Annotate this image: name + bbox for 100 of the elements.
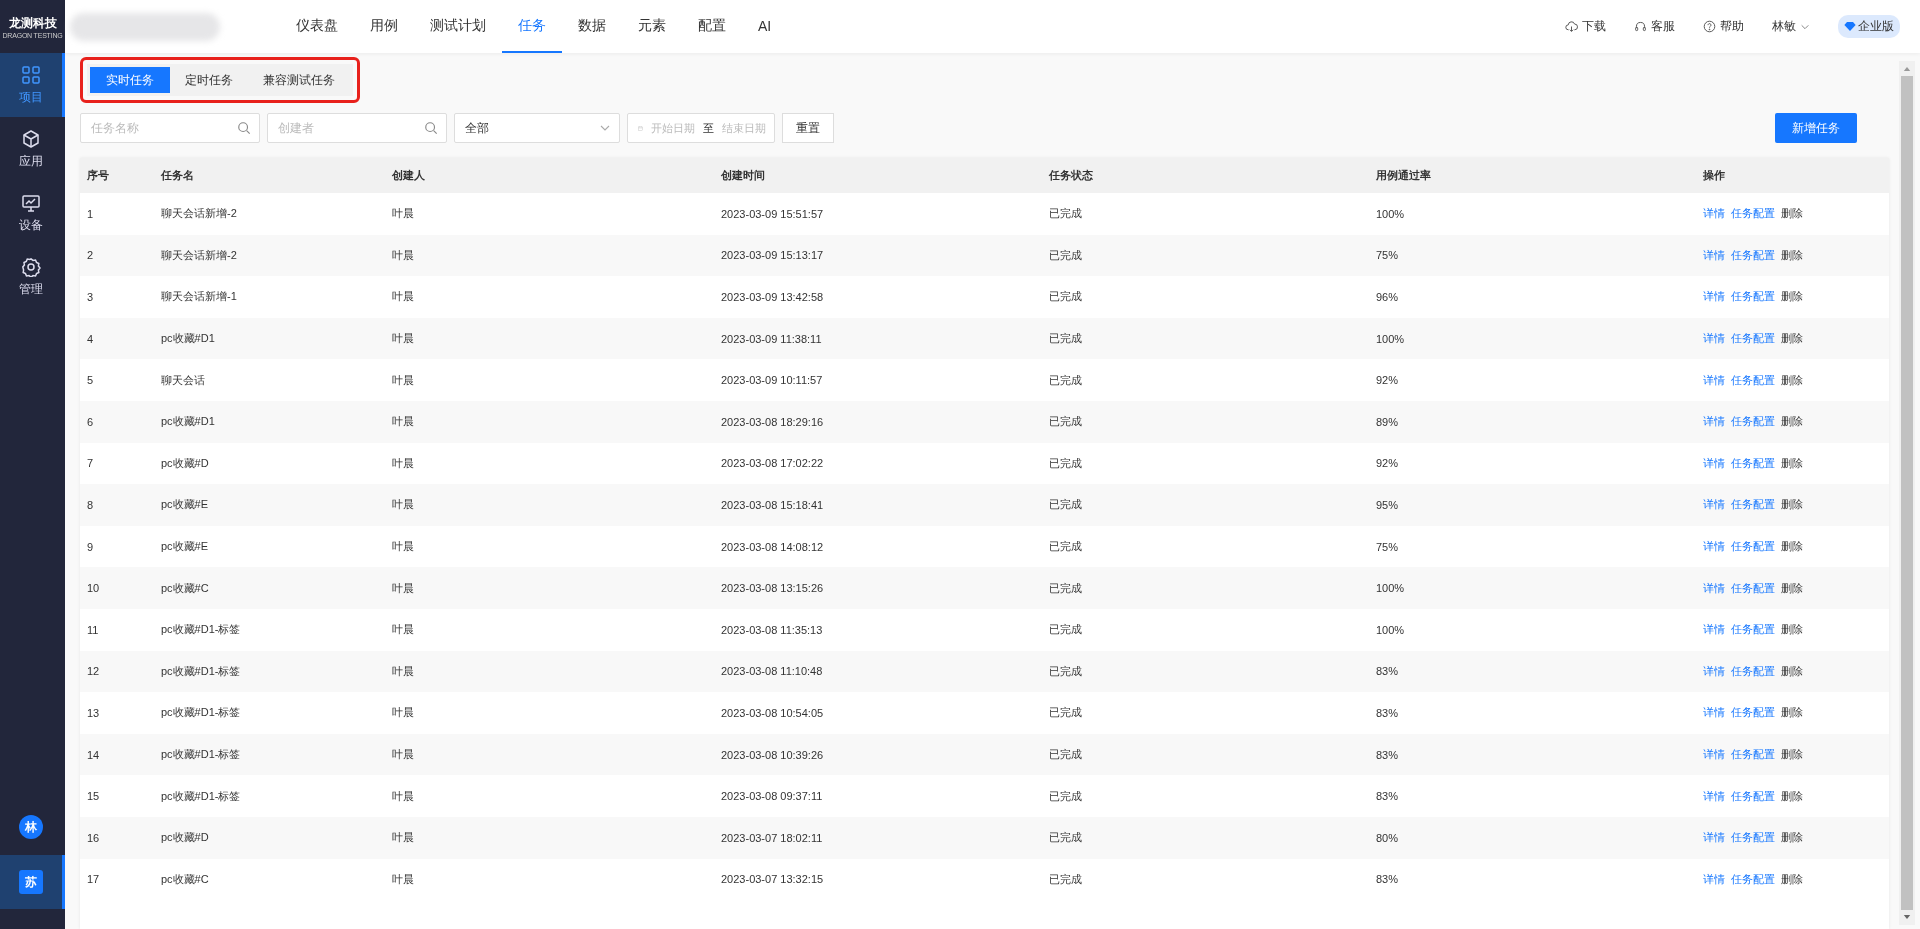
table-cell-text: 83% [1375,665,1400,678]
row-action-link[interactable]: 详情 [1703,747,1725,762]
row-action-link[interactable]: 任务配置 [1731,871,1775,887]
row-action-link[interactable]: 任务配置 [1731,372,1775,388]
nav-tab[interactable]: 用例 [354,0,414,53]
nav-tab[interactable]: 仪表盘 [280,0,354,53]
row-action-link[interactable]: 删除 [1781,788,1803,804]
reset-button[interactable]: 重置 [782,113,834,143]
headset-icon [1634,20,1647,33]
table-cell-text: 叶晨 [391,871,415,887]
scrollbar[interactable] [1899,61,1915,925]
task-name-field[interactable]: 任务名称 [80,113,260,143]
status-select[interactable]: 全部 [454,113,620,143]
row-action-link[interactable]: 删除 [1781,289,1803,305]
header-link[interactable]: 客服 [1634,18,1675,35]
row-action-link[interactable]: 详情 [1703,788,1725,804]
row-action-link[interactable]: 详情 [1703,414,1725,430]
row-action-link[interactable]: 删除 [1781,747,1803,762]
nav-tab[interactable]: 元素 [622,0,682,53]
row-action-link[interactable]: 任务配置 [1731,705,1775,721]
row-action-link[interactable]: 详情 [1703,206,1725,222]
row-action-link[interactable]: 删除 [1781,830,1803,846]
user-menu[interactable]: 林敏 [1772,18,1810,35]
row-action-link[interactable]: 删除 [1781,497,1803,513]
avatar[interactable]: 林 [19,815,43,839]
table-cell-text: 3 [86,291,95,303]
row-action-link[interactable]: 删除 [1781,580,1803,596]
row-action-link[interactable]: 任务配置 [1731,747,1775,762]
row-action-link[interactable]: 删除 [1781,247,1803,263]
sidebar-item[interactable]: 应用 [0,117,65,181]
row-action-link[interactable]: 详情 [1703,331,1725,347]
row-action-link[interactable]: 任务配置 [1731,497,1775,513]
sidebar-item[interactable]: 管理 [0,245,65,309]
row-action-link[interactable]: 详情 [1703,622,1725,638]
table-cell-text: 已完成 [1048,372,1083,388]
row-action-link[interactable]: 详情 [1703,580,1725,596]
row-action-link[interactable]: 详情 [1703,539,1725,555]
row-action-link[interactable]: 任务配置 [1731,455,1775,471]
row-action-link[interactable]: 详情 [1703,372,1725,388]
row-action-link[interactable]: 任务配置 [1731,539,1775,555]
row-action-link[interactable]: 任务配置 [1731,580,1775,596]
row-action-link[interactable]: 删除 [1781,663,1803,679]
sidebar-item[interactable]: 设备 [0,181,65,245]
row-action-link[interactable]: 任务配置 [1731,206,1775,222]
column-header: 序号 [86,168,110,183]
table-cell-text: 2023-03-08 11:10:48 [720,665,824,678]
table-cell-text: pc收藏#D1-标签 [160,747,242,762]
row-action-link[interactable]: 删除 [1781,539,1803,555]
row-action-link[interactable]: 详情 [1703,830,1725,846]
nav-tab[interactable]: 数据 [562,0,622,53]
row-action-link[interactable]: 任务配置 [1731,247,1775,263]
tab[interactable]: 实时任务 [90,67,170,93]
table-cell-text: pc收藏#E [160,539,210,555]
table-cell-text: 2023-03-08 09:37:11 [720,790,824,803]
row-action-link[interactable]: 详情 [1703,455,1725,471]
row-action-link[interactable]: 详情 [1703,705,1725,721]
row-action-link[interactable]: 删除 [1781,871,1803,887]
table-cell-text: pc收藏#D1-标签 [160,622,242,638]
table-cell-text: 已完成 [1048,580,1083,596]
header-link[interactable]: 帮助 [1703,18,1744,35]
row-action-link[interactable]: 任务配置 [1731,289,1775,305]
row-action-link[interactable]: 详情 [1703,247,1725,263]
table-cell-text: 100% [1375,207,1406,220]
row-action-link[interactable]: 删除 [1781,414,1803,430]
table-cell-text: 83% [1375,873,1400,886]
tab[interactable]: 兼容测试任务 [248,67,350,93]
search-icon [424,121,438,135]
tab[interactable]: 定时任务 [170,67,248,93]
row-action-link[interactable]: 任务配置 [1731,414,1775,430]
row-action-link[interactable]: 删除 [1781,331,1803,347]
header-link[interactable]: 下载 [1565,18,1606,35]
row-action-link[interactable]: 任务配置 [1731,830,1775,846]
sidebar-item[interactable]: 项目 [0,53,65,117]
row-action-link[interactable]: 详情 [1703,497,1725,513]
table-cell-text: pc收藏#C [160,580,210,596]
table-cell-text: 83% [1375,706,1400,719]
table-cell-text: 100% [1375,332,1406,345]
row-action-link[interactable]: 任务配置 [1731,622,1775,638]
table-cell-text: 7 [86,457,95,470]
row-action-link[interactable]: 任务配置 [1731,788,1775,804]
row-action-link[interactable]: 任务配置 [1731,663,1775,679]
row-action-link[interactable]: 详情 [1703,663,1725,679]
creator-field[interactable]: 创建者 [267,113,447,143]
date-range-field[interactable]: 开始日期 至 结束日期 [627,113,775,143]
row-action-link[interactable]: 删除 [1781,372,1803,388]
nav-tab[interactable]: 测试计划 [414,0,502,53]
row-action-link[interactable]: 详情 [1703,289,1725,305]
row-action-link[interactable]: 删除 [1781,622,1803,638]
add-task-button[interactable]: 新增任务 [1775,113,1857,143]
nav-tab[interactable]: 配置 [682,0,742,53]
table-cell-text: 2023-03-08 17:02:22 [720,457,825,470]
row-action-link[interactable]: 任务配置 [1731,331,1775,347]
row-action-link[interactable]: 删除 [1781,455,1803,471]
table-cell-text: 2023-03-08 13:15:26 [720,582,825,595]
row-action-link[interactable]: 详情 [1703,871,1725,887]
row-action-link[interactable]: 删除 [1781,206,1803,222]
table-cell-text: 已完成 [1048,497,1083,513]
nav-tab[interactable]: AI [742,0,788,53]
avatar[interactable]: 苏 [19,870,43,894]
row-action-link[interactable]: 删除 [1781,705,1803,721]
